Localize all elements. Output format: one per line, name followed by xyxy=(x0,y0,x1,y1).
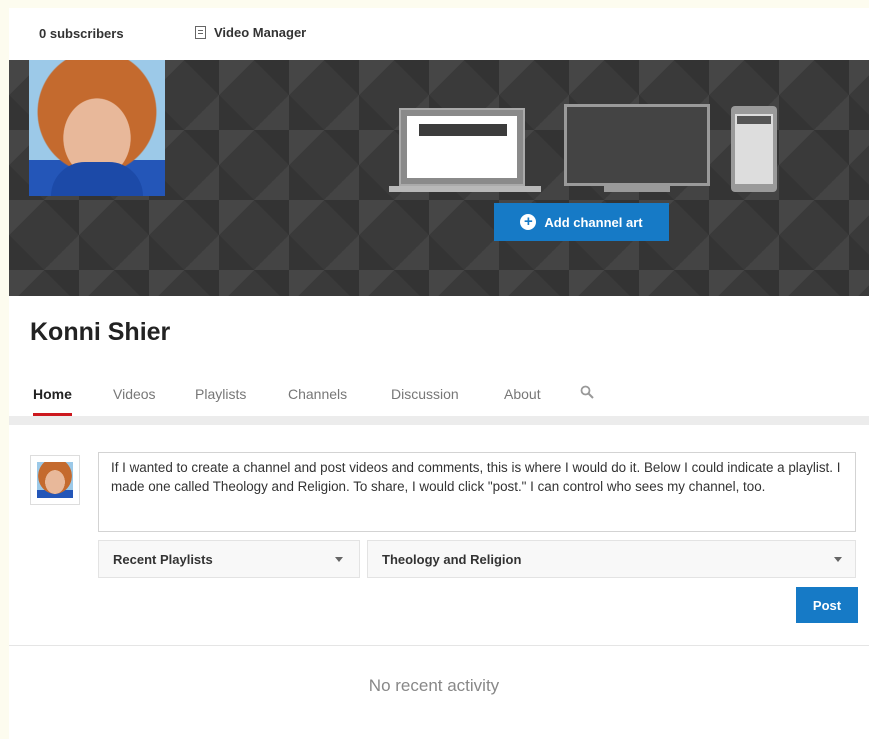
chevron-down-icon xyxy=(335,557,343,562)
channel-tabs: Home Videos Playlists Channels Discussio… xyxy=(9,370,869,416)
post-textarea[interactable]: If I wanted to create a channel and post… xyxy=(98,452,856,532)
channel-avatar[interactable] xyxy=(29,60,165,196)
channel-topbar: 0 subscribers Video Manager xyxy=(9,8,869,60)
post-button[interactable]: Post xyxy=(796,587,858,623)
video-manager-label: Video Manager xyxy=(214,25,307,40)
plus-circle-icon: + xyxy=(520,214,537,230)
chevron-down-icon xyxy=(834,557,842,562)
subscriber-count: 0 subscribers xyxy=(39,26,124,41)
channel-title: Konni Shier xyxy=(30,318,171,346)
tab-videos[interactable]: Videos xyxy=(113,386,156,402)
channel-banner: + Add channel art xyxy=(9,60,869,296)
no-activity-message: No recent activity xyxy=(368,676,500,695)
post-composer: If I wanted to create a channel and post… xyxy=(9,425,869,647)
playlist-select-label: Theology and Religion xyxy=(382,552,522,567)
playlist-select[interactable]: Theology and Religion xyxy=(367,540,856,578)
tab-discussion[interactable]: Discussion xyxy=(391,386,459,402)
post-type-select[interactable]: Recent Playlists xyxy=(98,540,360,578)
section-divider xyxy=(9,416,869,425)
phone-device-icon xyxy=(731,106,777,192)
tab-channels[interactable]: Channels xyxy=(288,386,347,402)
add-channel-art-label: Add channel art xyxy=(544,214,643,230)
laptop-device-icon xyxy=(389,108,541,194)
post-avatar xyxy=(30,455,80,505)
tab-playlists[interactable]: Playlists xyxy=(195,386,246,402)
search-icon[interactable] xyxy=(580,385,594,399)
tab-about[interactable]: About xyxy=(504,386,541,402)
activity-separator xyxy=(9,645,869,646)
video-manager-icon xyxy=(195,26,206,39)
channel-page: 0 subscribers Video Manager + Add channe… xyxy=(9,8,869,739)
tv-device-icon xyxy=(564,104,710,194)
post-type-select-label: Recent Playlists xyxy=(113,552,213,567)
video-manager-link[interactable]: Video Manager xyxy=(195,25,306,40)
add-channel-art-button[interactable]: + Add channel art xyxy=(494,203,669,241)
tab-home[interactable]: Home xyxy=(33,386,72,416)
